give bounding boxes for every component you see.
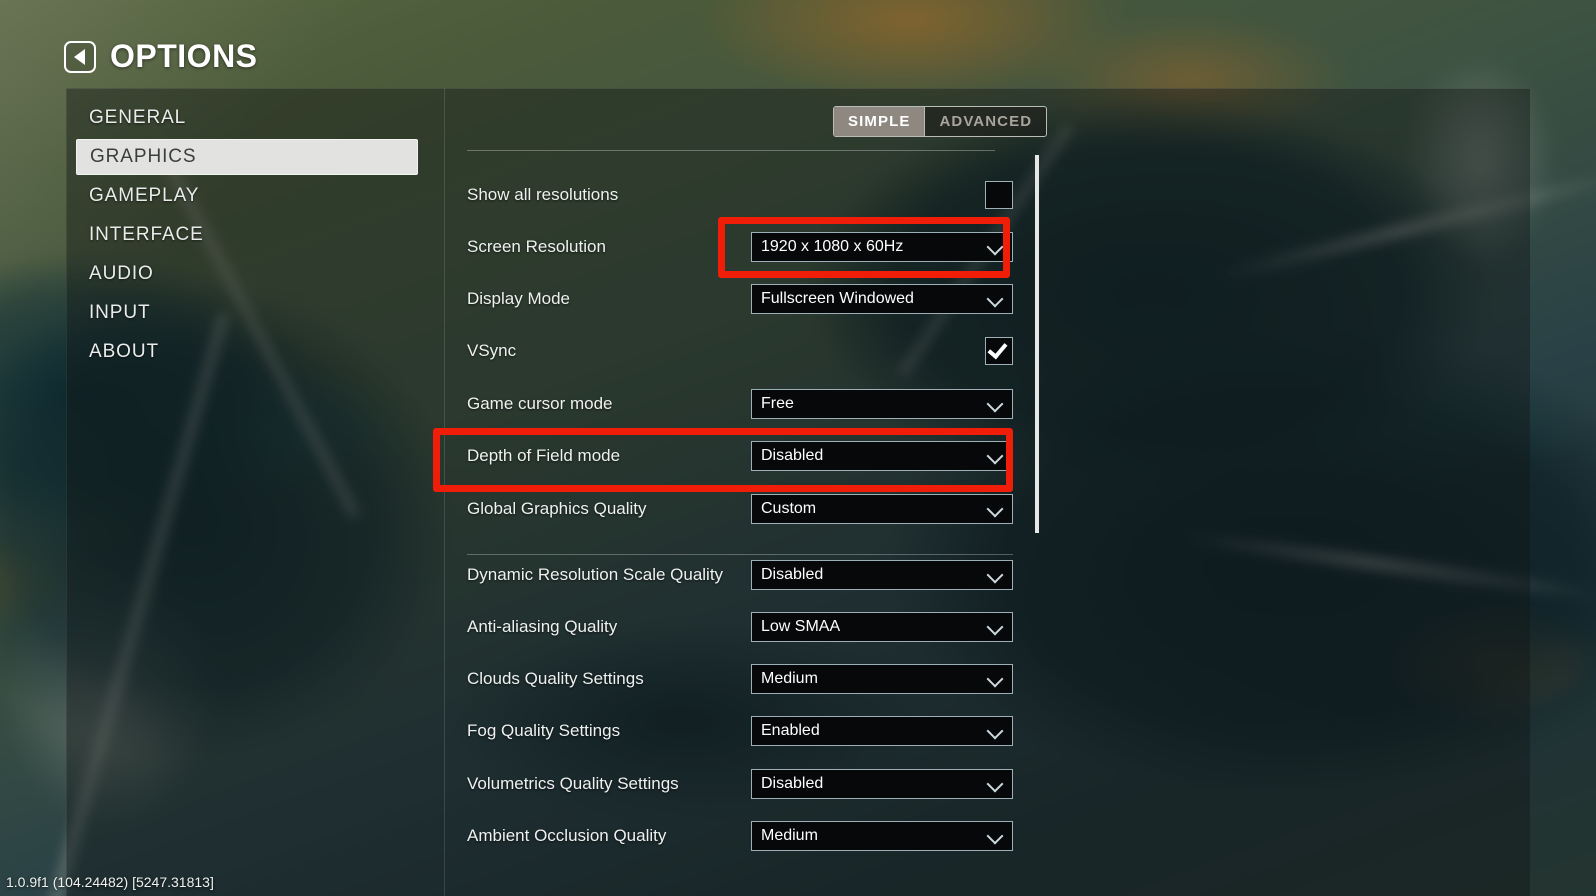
chevron-down-icon xyxy=(988,621,1002,635)
dynamic-resolution-scale-quality-dropdown[interactable]: Disabled xyxy=(751,560,1013,590)
sidebar-item-interface[interactable]: INTERFACE xyxy=(76,217,418,253)
setting-row: Clouds Quality Settings Medium xyxy=(467,664,1013,694)
mode-toggle-group: SIMPLE ADVANCED xyxy=(833,106,1048,137)
setting-row: Show all resolutions xyxy=(467,180,1013,210)
vsync-checkbox[interactable] xyxy=(985,337,1013,365)
setting-row: Anti-aliasing Quality Low SMAA xyxy=(467,612,1013,642)
tab-simple-label: SIMPLE xyxy=(848,113,911,130)
ambient-occlusion-quality-dropdown[interactable]: Medium xyxy=(751,821,1013,851)
screen-resolution-value: 1920 x 1080 x 60Hz xyxy=(761,238,904,255)
chevron-down-icon xyxy=(988,450,1002,464)
dynamic-resolution-scale-quality-value: Disabled xyxy=(761,566,824,583)
graphics-settings-panel: SIMPLE ADVANCED Show all resolutions Scr… xyxy=(444,88,1048,896)
clouds-quality-settings-value: Medium xyxy=(761,670,818,687)
game-cursor-mode-value: Free xyxy=(761,395,794,412)
setting-row: Screen Resolution 1920 x 1080 x 60Hz xyxy=(467,232,1013,262)
chevron-down-icon xyxy=(988,673,1002,687)
chevron-down-icon xyxy=(988,830,1002,844)
sidebar-item-audio[interactable]: AUDIO xyxy=(76,256,418,292)
setting-row: Depth of Field mode Disabled xyxy=(467,441,1013,471)
setting-label: Screen Resolution xyxy=(467,237,606,256)
sidebar-item-label: ABOUT xyxy=(89,341,159,362)
setting-label: Global Graphics Quality xyxy=(467,499,647,518)
setting-label: VSync xyxy=(467,341,517,360)
chevron-down-icon xyxy=(988,241,1002,255)
setting-row: Display Mode Fullscreen Windowed xyxy=(467,284,1013,314)
sidebar-item-gameplay[interactable]: GAMEPLAY xyxy=(76,178,418,214)
sidebar-item-input[interactable]: INPUT xyxy=(76,295,418,331)
setting-row: Dynamic Resolution Scale Quality Disable… xyxy=(467,560,1013,590)
chevron-down-icon xyxy=(988,503,1002,517)
sidebar-item-label: AUDIO xyxy=(89,263,154,284)
setting-label: Clouds Quality Settings xyxy=(467,669,644,688)
checkmark-icon xyxy=(987,338,1008,360)
setting-row: Ambient Occlusion Quality Medium xyxy=(467,821,1013,851)
page-title: OPTIONS xyxy=(110,38,258,74)
setting-label: Volumetrics Quality Settings xyxy=(467,774,679,793)
depth-of-field-mode-value: Disabled xyxy=(761,447,824,464)
settings-rows-scroll-area[interactable]: Show all resolutions Screen Resolution 1… xyxy=(445,158,1041,896)
setting-row: Game cursor mode Free xyxy=(467,389,1013,419)
chevron-down-icon xyxy=(988,569,1002,583)
options-sidebar: GENERAL GRAPHICS GAMEPLAY INTERFACE AUDI… xyxy=(76,100,418,373)
display-mode-value: Fullscreen Windowed xyxy=(761,290,914,307)
chevron-down-icon xyxy=(988,398,1002,412)
setting-label: Ambient Occlusion Quality xyxy=(467,826,667,845)
tab-advanced[interactable]: ADVANCED xyxy=(924,107,1046,136)
fog-quality-settings-dropdown[interactable]: Enabled xyxy=(751,716,1013,746)
show-all-resolutions-checkbox[interactable] xyxy=(985,181,1013,209)
volumetrics-quality-settings-dropdown[interactable]: Disabled xyxy=(751,769,1013,799)
sidebar-item-label: INPUT xyxy=(89,302,151,323)
screen-resolution-dropdown[interactable]: 1920 x 1080 x 60Hz xyxy=(751,232,1013,262)
anti-aliasing-quality-value: Low SMAA xyxy=(761,618,841,635)
sidebar-item-label: GRAPHICS xyxy=(90,146,197,167)
setting-label: Show all resolutions xyxy=(467,185,619,204)
setting-label: Dynamic Resolution Scale Quality xyxy=(467,565,724,584)
back-arrow-glyph xyxy=(73,48,85,65)
setting-label: Fog Quality Settings xyxy=(467,721,621,740)
setting-row: Volumetrics Quality Settings Disabled xyxy=(467,769,1013,799)
global-graphics-quality-dropdown[interactable]: Custom xyxy=(751,494,1013,524)
display-mode-dropdown[interactable]: Fullscreen Windowed xyxy=(751,284,1013,314)
anti-aliasing-quality-dropdown[interactable]: Low SMAA xyxy=(751,612,1013,642)
ambient-occlusion-quality-value: Medium xyxy=(761,827,818,844)
setting-row: Fog Quality Settings Enabled xyxy=(467,716,1013,746)
setting-label: Anti-aliasing Quality xyxy=(467,617,618,636)
sidebar-item-about[interactable]: ABOUT xyxy=(76,334,418,370)
settings-group-divider xyxy=(467,554,1013,555)
back-arrow-icon[interactable] xyxy=(64,40,96,73)
settings-scrollbar-thumb[interactable] xyxy=(1035,155,1039,533)
volumetrics-quality-settings-value: Disabled xyxy=(761,775,824,792)
chevron-down-icon xyxy=(988,725,1002,739)
fog-quality-settings-value: Enabled xyxy=(761,722,820,739)
chevron-down-icon xyxy=(988,778,1002,792)
clouds-quality-settings-dropdown[interactable]: Medium xyxy=(751,664,1013,694)
sidebar-item-label: INTERFACE xyxy=(89,224,204,245)
game-cursor-mode-dropdown[interactable]: Free xyxy=(751,389,1013,419)
setting-label: Depth of Field mode xyxy=(467,446,621,465)
sidebar-item-label: GENERAL xyxy=(89,107,187,128)
tab-advanced-label: ADVANCED xyxy=(939,113,1033,130)
setting-label: Display Mode xyxy=(467,289,570,308)
depth-of-field-mode-dropdown[interactable]: Disabled xyxy=(751,441,1013,471)
sidebar-item-graphics[interactable]: GRAPHICS xyxy=(76,139,418,175)
tab-simple[interactable]: SIMPLE xyxy=(834,107,925,136)
sidebar-item-label: GAMEPLAY xyxy=(89,185,200,206)
panel-top-divider xyxy=(467,150,995,151)
sidebar-item-general[interactable]: GENERAL xyxy=(76,100,418,136)
setting-row: VSync xyxy=(467,336,1013,366)
chevron-down-icon xyxy=(988,293,1002,307)
options-header: OPTIONS xyxy=(64,38,258,75)
global-graphics-quality-value: Custom xyxy=(761,500,817,517)
setting-row: Global Graphics Quality Custom xyxy=(467,494,1013,524)
version-status-text: 1.0.9f1 (104.24482) [5247.31813] xyxy=(6,874,214,890)
setting-label: Game cursor mode xyxy=(467,394,613,413)
